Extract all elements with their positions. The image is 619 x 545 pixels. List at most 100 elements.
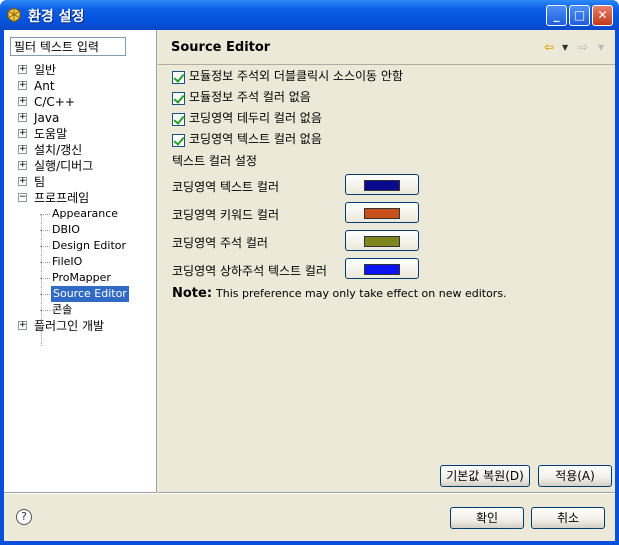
tree-item-run-debug[interactable]: + 실행/디버그 bbox=[4, 158, 157, 174]
tree-item-label: 도움말 bbox=[34, 127, 68, 141]
restore-defaults-button[interactable]: 기본값 복원(D) bbox=[440, 465, 530, 487]
ok-button[interactable]: 확인 bbox=[450, 507, 524, 529]
tree-item-label: Java bbox=[34, 111, 60, 125]
color-picker-button[interactable] bbox=[345, 258, 419, 279]
window-title: 환경 설정 bbox=[28, 9, 85, 25]
color-row-comment: 코딩영역 주석 컬러 bbox=[172, 230, 432, 252]
checkbox[interactable] bbox=[172, 92, 185, 105]
preference-tree: + 일반 + Ant + C/C++ + Java + 도움말 + 설치/갱신 … bbox=[4, 62, 157, 334]
maximize-icon: □ bbox=[573, 8, 586, 22]
preference-page: Source Editor ⇦ ▼ ⇨ ▼ 모듈정보 주석외 더블클릭시 소스이… bbox=[158, 30, 615, 493]
expand-icon[interactable]: + bbox=[18, 113, 27, 122]
tree-item-team[interactable]: + 팀 bbox=[4, 174, 157, 190]
color-swatch bbox=[364, 236, 400, 247]
tree-item-label: 플러그인 개발 bbox=[34, 319, 105, 333]
color-label: 코딩영역 상하주석 텍스트 컬러 bbox=[172, 264, 327, 278]
color-picker-button[interactable] bbox=[345, 174, 419, 195]
note-text: This preference may only take effect on … bbox=[216, 287, 507, 300]
note: Note: This preference may only take effec… bbox=[172, 286, 507, 301]
tree-item-general[interactable]: + 일반 bbox=[4, 62, 157, 78]
tree-item-label: Source Editor bbox=[51, 286, 129, 302]
help-icon[interactable]: ? bbox=[16, 509, 32, 525]
expand-icon[interactable]: + bbox=[18, 161, 27, 170]
chevron-down-icon[interactable]: ▼ bbox=[562, 43, 568, 52]
color-row-keyword: 코딩영역 키워드 컬러 bbox=[172, 202, 432, 224]
expand-icon[interactable]: + bbox=[18, 321, 27, 330]
color-picker-button[interactable] bbox=[345, 230, 419, 251]
page-title: Source Editor bbox=[171, 40, 271, 55]
tree-item-label: 프로프레임 bbox=[34, 191, 90, 205]
tree-item-java[interactable]: + Java bbox=[4, 110, 157, 126]
expand-icon[interactable]: + bbox=[18, 177, 27, 186]
minimize-button[interactable]: _ bbox=[546, 5, 567, 26]
tree-item-label: 일반 bbox=[34, 63, 57, 77]
tree-item-help[interactable]: + 도움말 bbox=[4, 126, 157, 142]
dialog-body: + 일반 + Ant + C/C++ + Java + 도움말 bbox=[4, 30, 615, 541]
title-separator bbox=[158, 64, 615, 65]
expand-icon[interactable]: + bbox=[18, 97, 27, 106]
collapse-icon[interactable]: − bbox=[18, 193, 27, 202]
tree-item-proframe[interactable]: − 프로프레임 bbox=[4, 190, 157, 206]
tree-item-design-editor[interactable]: Design Editor bbox=[4, 238, 157, 254]
checkbox[interactable] bbox=[172, 134, 185, 147]
tree-item-label: 콘솔 bbox=[52, 303, 73, 316]
expand-icon[interactable]: + bbox=[18, 65, 27, 74]
tree-item-cpp[interactable]: + C/C++ bbox=[4, 94, 157, 110]
tree-guide-line bbox=[41, 214, 42, 346]
color-row-header-comment: 코딩영역 상하주석 텍스트 컬러 bbox=[172, 258, 432, 280]
checkbox-label: 코딩영역 테두리 컬러 없음 bbox=[189, 111, 322, 125]
tree-item-install-update[interactable]: + 설치/갱신 bbox=[4, 142, 157, 158]
tree-item-ant[interactable]: + Ant bbox=[4, 78, 157, 94]
footer-separator bbox=[4, 493, 615, 494]
tree-item-label: Design Editor bbox=[52, 239, 127, 252]
expand-icon[interactable]: + bbox=[18, 145, 27, 154]
tree-item-label: C/C++ bbox=[34, 95, 75, 109]
color-swatch bbox=[364, 264, 400, 275]
color-label: 코딩영역 키워드 컬러 bbox=[172, 208, 279, 222]
maximize-button[interactable]: □ bbox=[569, 5, 590, 26]
apply-button[interactable]: 적용(A) bbox=[538, 465, 612, 487]
note-label: Note: bbox=[172, 286, 213, 301]
tree-item-appearance[interactable]: Appearance bbox=[4, 206, 157, 222]
color-label: 코딩영역 주석 컬러 bbox=[172, 236, 268, 250]
expand-icon[interactable]: + bbox=[18, 129, 27, 138]
close-button[interactable]: ✕ bbox=[592, 5, 613, 26]
tree-item-console[interactable]: 콘솔 bbox=[4, 302, 157, 318]
back-arrow-icon[interactable]: ⇦ bbox=[544, 40, 554, 54]
checkbox-label: 코딩영역 텍스트 컬러 없음 bbox=[189, 132, 322, 146]
filter-input[interactable] bbox=[10, 37, 126, 56]
tree-item-label: DBIO bbox=[52, 223, 80, 236]
minimize-icon: _ bbox=[553, 8, 560, 22]
section-label: 텍스트 컬러 설정 bbox=[172, 154, 257, 168]
title-bar[interactable]: 환경 설정 _ □ ✕ bbox=[0, 0, 619, 30]
tree-item-fileio[interactable]: FileIO bbox=[4, 254, 157, 270]
tree-item-label: Appearance bbox=[52, 207, 119, 220]
color-picker-button[interactable] bbox=[345, 202, 419, 223]
checkbox-label: 모듈정보 주석외 더블클릭시 소스이동 안함 bbox=[189, 69, 403, 83]
tree-item-label: FileIO bbox=[52, 255, 83, 268]
close-icon: ✕ bbox=[597, 8, 608, 22]
forward-arrow-icon: ⇨ bbox=[578, 40, 589, 54]
checkbox[interactable] bbox=[172, 113, 185, 126]
tree-item-promapper[interactable]: ProMapper bbox=[4, 270, 157, 286]
tree-item-dbio[interactable]: DBIO bbox=[4, 222, 157, 238]
chevron-down-icon: ▼ bbox=[598, 43, 605, 52]
color-label: 코딩영역 텍스트 컬러 bbox=[172, 180, 279, 194]
tree-item-source-editor[interactable]: Source Editor bbox=[4, 286, 157, 302]
cancel-button[interactable]: 취소 bbox=[531, 507, 605, 529]
preference-tree-pane: + 일반 + Ant + C/C++ + Java + 도움말 bbox=[4, 30, 157, 493]
preferences-window: 환경 설정 _ □ ✕ + 일반 + Ant + bbox=[0, 0, 619, 545]
tree-item-plugin-dev[interactable]: + 플러그인 개발 bbox=[4, 318, 157, 334]
app-icon bbox=[7, 7, 21, 23]
checkbox[interactable] bbox=[172, 71, 185, 84]
tree-item-label: 설치/갱신 bbox=[34, 143, 83, 157]
tree-item-label: Ant bbox=[34, 79, 55, 93]
tree-item-label: 실행/디버그 bbox=[34, 159, 94, 173]
color-row-text: 코딩영역 텍스트 컬러 bbox=[172, 174, 432, 196]
color-swatch bbox=[364, 208, 400, 219]
expand-icon[interactable]: + bbox=[18, 81, 27, 90]
tree-item-label: ProMapper bbox=[52, 271, 111, 284]
checkbox-label: 모듈정보 주석 컬러 없음 bbox=[189, 90, 311, 104]
tree-item-label: 팀 bbox=[34, 175, 46, 189]
color-swatch bbox=[364, 180, 400, 191]
